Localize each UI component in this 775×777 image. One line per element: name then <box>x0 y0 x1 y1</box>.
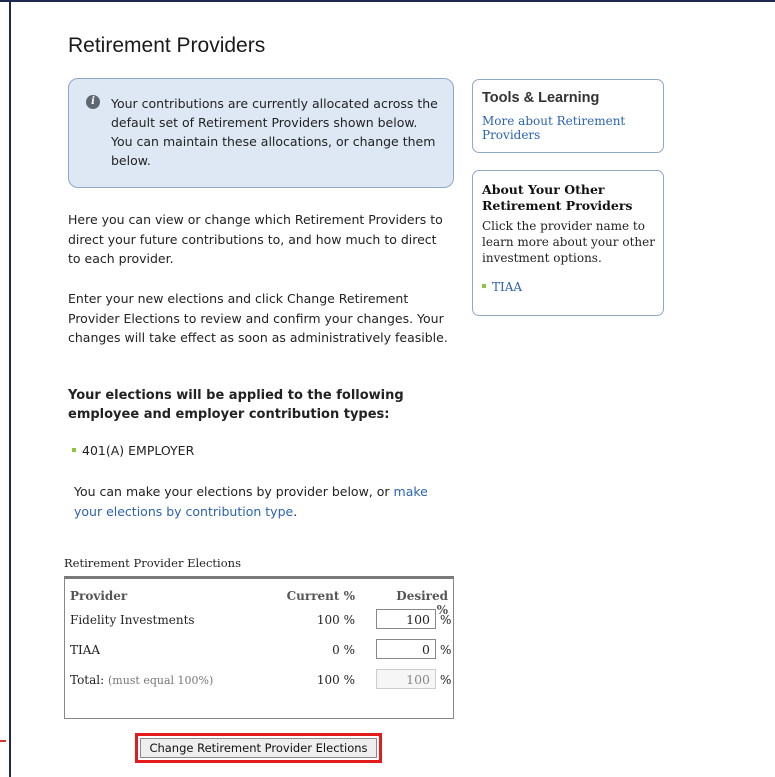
table-row: Fidelity Investments 100 % 100 % <box>65 607 453 633</box>
elections-suffix: . <box>293 503 298 519</box>
window-left-border <box>9 0 11 777</box>
page-title: Retirement Providers <box>68 34 266 57</box>
edge-marker <box>0 740 6 742</box>
contribution-type-label: 401(A) EMPLOYER <box>82 443 195 458</box>
provider-link-tiaa[interactable]: TIAA <box>492 280 522 294</box>
other-providers-description: Click the provider name to learn more ab… <box>482 219 655 265</box>
elections-by-type-paragraph: You can make your elections by provider … <box>74 482 454 521</box>
elections-text: You can make your elections by provider … <box>74 484 394 499</box>
more-about-providers-link[interactable]: More about Retirement Providers <box>482 114 652 142</box>
info-text: Your contributions are currently allocat… <box>111 96 438 168</box>
change-elections-button[interactable]: Change Retirement Provider Elections <box>140 738 377 758</box>
tools-learning-title: Tools & Learning <box>482 90 600 106</box>
intro-paragraph: Here you can view or change which Retire… <box>68 212 443 266</box>
desired-percent-input[interactable]: 100 <box>376 609 436 629</box>
info-icon: i <box>86 95 100 109</box>
current-percent: 100 % <box>316 613 355 627</box>
provider-link-item[interactable]: TIAA <box>482 280 522 294</box>
current-percent: 0 % <box>332 643 355 657</box>
table-row: TIAA 0 % 0 % <box>65 637 453 663</box>
total-desired-field: 100 <box>376 669 436 689</box>
provider-name: Fidelity Investments <box>70 613 195 627</box>
bullet-icon <box>72 447 76 452</box>
tools-learning-card: Tools & Learning More about Retirement P… <box>472 79 664 153</box>
percent-unit: % <box>440 643 452 657</box>
instructions-paragraph: Enter your new elections and click Chang… <box>68 291 448 345</box>
contribution-type-item: 401(A) EMPLOYER <box>72 443 194 458</box>
other-providers-card: About Your Other Retirement Providers Cl… <box>472 170 664 316</box>
elections-table-caption: Retirement Provider Elections <box>64 556 241 570</box>
total-label-group: Total: (must equal 100%) <box>70 673 213 687</box>
bullet-icon <box>482 283 486 288</box>
total-current-percent: 100 % <box>316 673 355 687</box>
provider-name: TIAA <box>70 643 101 657</box>
total-label: Total: <box>70 673 105 687</box>
info-panel: i Your contributions are currently alloc… <box>68 78 454 188</box>
total-note: (must equal 100%) <box>107 674 214 687</box>
other-providers-title: About Your Other Retirement Providers <box>482 182 633 213</box>
total-row: Total: (must equal 100%) 100 % 100 % <box>65 667 453 693</box>
submit-highlight: Change Retirement Provider Elections <box>135 733 382 763</box>
percent-unit: % <box>440 613 452 627</box>
header-current: Current % <box>286 589 355 603</box>
contribution-types-heading: Your elections will be applied to the fo… <box>68 388 404 422</box>
elections-table: Provider Current % Desired % Fidelity In… <box>64 576 454 719</box>
table-header-row: Provider Current % Desired % <box>65 583 453 617</box>
window-top-border <box>0 0 775 2</box>
header-provider: Provider <box>70 589 128 603</box>
desired-percent-input[interactable]: 0 <box>376 639 436 659</box>
percent-unit: % <box>440 673 452 687</box>
